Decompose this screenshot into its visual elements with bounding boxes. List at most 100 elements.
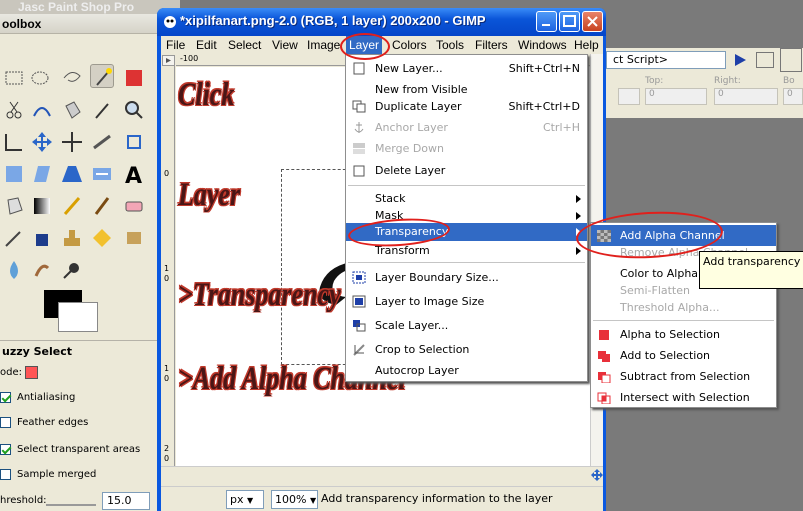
threshold-input[interactable]: 15.0 bbox=[102, 492, 150, 510]
heal-icon[interactable] bbox=[90, 226, 114, 250]
menu-item-merge-down[interactable]: Merge Down bbox=[346, 138, 587, 159]
vertical-ruler: 0 1 0 1 0 2 0 bbox=[161, 66, 175, 466]
stop-script-icon[interactable] bbox=[756, 52, 774, 68]
menu-item-layer-boundary-size[interactable]: Layer Boundary Size... bbox=[346, 267, 587, 288]
navigate-icon[interactable] bbox=[591, 469, 603, 481]
menu-colors[interactable]: Colors bbox=[392, 36, 427, 54]
menu-edit[interactable]: Edit bbox=[196, 36, 217, 54]
feather-checkbox[interactable] bbox=[0, 416, 11, 428]
scale-tool-icon[interactable] bbox=[2, 162, 26, 186]
right-label: Right: bbox=[714, 76, 741, 86]
menu-help[interactable]: Help bbox=[574, 36, 599, 54]
fill-icon[interactable] bbox=[2, 194, 26, 218]
unit-select[interactable]: px ▼ bbox=[226, 490, 264, 509]
close-button[interactable] bbox=[582, 11, 603, 32]
align-icon[interactable] bbox=[60, 130, 84, 154]
alpha-selection-icon bbox=[597, 329, 611, 341]
crop-icon bbox=[352, 343, 366, 356]
run-script-icon[interactable] bbox=[733, 53, 747, 67]
paintbrush-icon[interactable] bbox=[90, 194, 114, 218]
left-field[interactable] bbox=[618, 88, 640, 105]
menu-item-anchor-layer[interactable]: Anchor Layer Ctrl+H bbox=[346, 117, 587, 138]
select-transparent-option[interactable]: Select transparent areas bbox=[0, 441, 140, 459]
color-select-tool[interactable] bbox=[122, 66, 146, 90]
status-message: Add transparency information to the laye… bbox=[321, 492, 553, 505]
menu-item-autocrop-layer[interactable]: Autocrop Layer bbox=[346, 360, 587, 381]
pencil-icon[interactable] bbox=[60, 194, 84, 218]
bottom-field[interactable]: 0 bbox=[783, 88, 803, 105]
menu-item-delete-layer[interactable]: Delete Layer bbox=[346, 160, 587, 181]
sample-merged-checkbox[interactable] bbox=[0, 468, 11, 480]
menu-item-subtract-from-selection[interactable]: Subtract from Selection bbox=[591, 366, 776, 387]
crop-tool-icon[interactable] bbox=[90, 130, 114, 154]
tooltip: Add transparency info bbox=[699, 251, 803, 289]
blend-icon[interactable] bbox=[30, 194, 54, 218]
sample-merged-option[interactable]: Sample merged bbox=[0, 466, 96, 484]
measure-icon[interactable] bbox=[2, 130, 26, 154]
antialiasing-option[interactable]: Antialiasing bbox=[0, 389, 75, 407]
eyedropper-icon[interactable] bbox=[90, 98, 114, 122]
select-transparent-checkbox[interactable] bbox=[0, 443, 11, 455]
ellipse-select-tool[interactable] bbox=[28, 66, 52, 90]
lasso-tool[interactable] bbox=[60, 66, 84, 90]
smudge-icon[interactable] bbox=[30, 258, 54, 282]
script-select[interactable]: ct Script> bbox=[606, 51, 726, 69]
text-tool-icon[interactable]: A bbox=[122, 162, 146, 186]
antialiasing-checkbox[interactable] bbox=[0, 391, 11, 403]
fuzzy-select-tool[interactable] bbox=[90, 64, 114, 88]
top-field[interactable]: 0 bbox=[645, 88, 707, 105]
bucket-icon[interactable] bbox=[60, 98, 84, 122]
airbrush-icon[interactable] bbox=[2, 226, 26, 250]
maximize-button[interactable] bbox=[559, 11, 580, 32]
menu-item-scale-layer[interactable]: Scale Layer... bbox=[346, 315, 587, 336]
perspective-icon[interactable] bbox=[60, 162, 84, 186]
boundary-icon bbox=[352, 271, 366, 284]
shear-icon[interactable] bbox=[30, 162, 54, 186]
quickmask-menu-button[interactable] bbox=[162, 55, 175, 66]
annotation-step-2: Layer bbox=[178, 176, 241, 213]
flip-icon[interactable] bbox=[90, 162, 114, 186]
menu-item-intersect-with-selection[interactable]: Intersect with Selection bbox=[591, 387, 776, 408]
zoom-select[interactable]: 100% ▼ bbox=[271, 490, 318, 509]
add-selection-icon bbox=[597, 350, 611, 362]
background-color-swatch[interactable] bbox=[58, 302, 98, 332]
rotate-icon[interactable] bbox=[122, 130, 146, 154]
menu-select[interactable]: Select bbox=[228, 36, 261, 54]
move-icon[interactable] bbox=[30, 130, 54, 154]
threshold-slider[interactable] bbox=[46, 496, 96, 506]
menu-windows[interactable]: Windows bbox=[518, 36, 567, 54]
menu-item-layer-to-image-size[interactable]: Layer to Image Size bbox=[346, 291, 587, 312]
script-editor-icon[interactable] bbox=[780, 48, 802, 72]
horizontal-scrollbar[interactable] bbox=[161, 466, 603, 486]
menu-tools[interactable]: Tools bbox=[436, 36, 464, 54]
clone-icon[interactable] bbox=[60, 226, 84, 250]
perspective-clone-icon[interactable] bbox=[122, 226, 146, 250]
scissors-icon[interactable] bbox=[2, 98, 26, 122]
menu-image[interactable]: Image bbox=[307, 36, 340, 54]
blur-icon[interactable] bbox=[2, 258, 26, 282]
mode-label: ode: bbox=[0, 367, 22, 378]
mode-replace-button[interactable] bbox=[25, 365, 39, 379]
tool-options-title: uzzy Select bbox=[0, 340, 157, 362]
submenu-arrow-icon bbox=[576, 212, 581, 220]
minimize-button[interactable] bbox=[536, 11, 557, 32]
rect-select-tool[interactable] bbox=[2, 66, 26, 90]
menu-item-new-layer[interactable]: New Layer... Shift+Ctrl+N bbox=[346, 58, 587, 79]
menu-file[interactable]: File bbox=[166, 36, 185, 54]
menu-item-duplicate-layer[interactable]: Duplicate Layer Shift+Ctrl+D bbox=[346, 96, 587, 117]
submenu-arrow-icon bbox=[576, 195, 581, 203]
eraser-icon[interactable] bbox=[122, 194, 146, 218]
menu-item-add-to-selection[interactable]: Add to Selection bbox=[591, 345, 776, 366]
menu-filters[interactable]: Filters bbox=[475, 36, 508, 54]
menu-view[interactable]: View bbox=[272, 36, 298, 54]
menu-item-alpha-to-selection[interactable]: Alpha to Selection bbox=[591, 324, 776, 345]
ink-icon[interactable] bbox=[30, 226, 54, 250]
magnify-icon[interactable] bbox=[122, 98, 146, 122]
menu-item-crop-to-selection[interactable]: Crop to Selection bbox=[346, 339, 587, 360]
right-field[interactable]: 0 bbox=[714, 88, 778, 105]
menu-item-threshold-alpha[interactable]: Threshold Alpha... bbox=[591, 297, 776, 318]
paths-tool-icon[interactable] bbox=[30, 98, 54, 122]
window-title: *xipilfanart.png-2.0 (RGB, 1 layer) 200x… bbox=[180, 13, 486, 28]
feather-option[interactable]: Feather edges bbox=[0, 414, 88, 432]
dodge-icon[interactable] bbox=[60, 258, 84, 282]
